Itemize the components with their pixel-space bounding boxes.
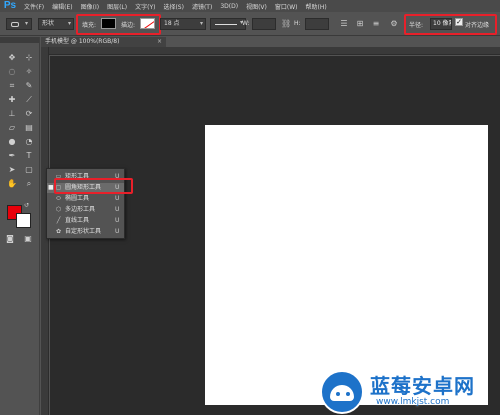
link-icon[interactable]: ⛓ [281,19,291,28]
flyout-item-shortcut: U [115,206,120,213]
flyout-item-label: 自定形状工具 [65,228,102,235]
move-tool-icon[interactable]: ✥ [4,51,20,64]
menu-3d[interactable]: 3D(D) [216,3,242,10]
photoshop-logo: Ps [3,0,17,11]
android-eye [346,392,350,396]
menu-type[interactable]: 文字(Y) [131,2,159,11]
eraser-tool-icon[interactable]: ▱ [4,121,20,134]
path-arrangement-icon[interactable]: ≡ [370,18,382,30]
height-label: H: [294,20,301,27]
menu-help[interactable]: 帮助(H) [302,2,331,11]
quick-mask-icon[interactable]: ◙ [2,232,18,245]
width-label: W: [242,20,250,27]
path-selection-icon[interactable]: ➤ [4,163,20,176]
selected-bullet-icon: ■ [48,184,54,191]
path-alignment-icon[interactable]: ⊞ [354,18,366,30]
gear-icon[interactable]: ⚙ [388,18,400,30]
brush-tool-icon[interactable]: ⟋ [21,93,37,106]
artboard-tool-icon[interactable]: ⊹ [21,51,37,64]
menu-filter[interactable]: 滤镜(T) [188,2,216,11]
highlight-rounded-rectangle [54,178,133,194]
menu-window[interactable]: 窗口(W) [271,2,302,11]
watermark-title: 蓝莓安卓网 [370,374,475,398]
watermark: 蓝莓安卓网 www.lmkjst.com [320,355,500,415]
hand-tool-icon[interactable]: ✋ [4,177,20,190]
ellipse-icon: ⬭ [55,195,62,202]
chevron-down-icon: ▾ [67,20,71,27]
dodge-tool-icon[interactable]: ◔ [21,135,37,148]
document-tab-title: 手机模型 @ 100%(RGB/8) [45,38,120,45]
android-eye [336,392,340,396]
toolbox: ✥ ⊹ ◌ ✧ ⌗ ✎ ✚ ⟋ ⊥ ⟳ ▱ ▤ ● ◔ ✒ T ➤ ▢ ✋ ⌕ … [0,37,40,415]
menu-view[interactable]: 视图(V) [242,2,271,11]
shape-tool-icon[interactable]: ▢ [21,163,37,176]
android-logo-icon [320,370,364,414]
menu-bar: Ps 文件(F) 编辑(E) 图像(I) 图层(L) 文字(Y) 选择(S) 滤… [0,0,500,12]
path-operations-icon[interactable]: ☰ [338,18,350,30]
healing-brush-icon[interactable]: ✚ [4,93,20,106]
flyout-item-label: 多边形工具 [65,206,96,213]
gradient-tool-icon[interactable]: ▤ [21,121,37,134]
custom-shape-icon: ✿ [55,228,62,235]
pen-tool-icon[interactable]: ✒ [4,149,20,162]
radius-field[interactable]: 10 像素 [430,18,452,30]
highlight-fill-stroke [76,14,161,35]
flyout-item-label: 椭圆工具 [65,195,90,202]
horizontal-ruler [49,47,500,55]
shape-mode-value: 形状 [42,20,55,27]
flyout-item-shortcut: U [115,228,120,235]
tool-preset-picker[interactable]: ▾ [6,18,32,30]
crop-tool-icon[interactable]: ⌗ [4,79,20,92]
toolbox-header [0,37,39,43]
document-tab[interactable]: 手机模型 @ 100%(RGB/8) × [41,37,166,47]
height-field[interactable] [305,18,329,30]
line-icon: ╱ [56,217,61,224]
align-edges-label: 对齐边缘 [465,22,490,29]
width-field[interactable] [252,18,276,30]
blur-tool-icon[interactable]: ● [4,135,20,148]
chevron-down-icon: ▾ [199,20,203,27]
menu-file[interactable]: 文件(F) [20,2,48,11]
type-tool-icon[interactable]: T [21,149,37,162]
chevron-down-icon: ▾ [24,20,28,27]
radius-label: 半径: [409,22,424,29]
stroke-width-field[interactable]: 18 点 ▾ [160,18,206,30]
flyout-item-line[interactable]: ╱ 直线工具 U [47,216,124,226]
stroke-type-select[interactable]: ▾ [210,18,246,30]
solid-line-icon [215,24,237,25]
close-icon[interactable]: × [157,37,162,47]
menu-select[interactable]: 选择(S) [159,2,188,11]
align-edges-checkbox[interactable]: ✓ [455,18,463,26]
zoom-tool-icon[interactable]: ⌕ [21,177,37,190]
flyout-item-polygon[interactable]: ⬡ 多边形工具 U [47,205,124,215]
flyout-item-custom-shape[interactable]: ✿ 自定形状工具 U [47,227,124,237]
android-head [330,385,354,401]
history-brush-icon[interactable]: ⟳ [21,107,37,120]
magic-wand-icon[interactable]: ✧ [21,65,37,78]
screen-mode-icon[interactable]: ▣ [20,232,36,245]
watermark-url: www.lmkjst.com [376,397,450,407]
eyedropper-icon[interactable]: ✎ [21,79,37,92]
flyout-item-ellipse[interactable]: ⬭ 椭圆工具 U [47,194,124,204]
lasso-tool-icon[interactable]: ◌ [4,65,20,78]
menu-edit[interactable]: 编辑(E) [48,2,76,11]
menu-image[interactable]: 图像(I) [77,2,103,11]
stroke-width-value: 18 点 [164,20,180,27]
shape-mode-select[interactable]: 形状 ▾ [38,18,74,30]
polygon-icon: ⬡ [55,206,62,213]
flyout-item-label: 直线工具 [65,217,90,224]
clone-stamp-icon[interactable]: ⊥ [4,107,20,120]
flyout-item-shortcut: U [115,195,120,202]
background-color-swatch[interactable] [16,213,31,228]
menu-layer[interactable]: 图层(L) [103,2,131,11]
rounded-rectangle-icon [11,22,19,27]
options-bar: ▾ 形状 ▾ 填充: 描边: 18 点 ▾ ▾ W: ⛓ H: ☰ ⊞ ≡ ⚙ … [0,12,500,36]
flyout-item-shortcut: U [115,217,120,224]
swap-colors-icon[interactable]: ↺ [24,202,29,209]
